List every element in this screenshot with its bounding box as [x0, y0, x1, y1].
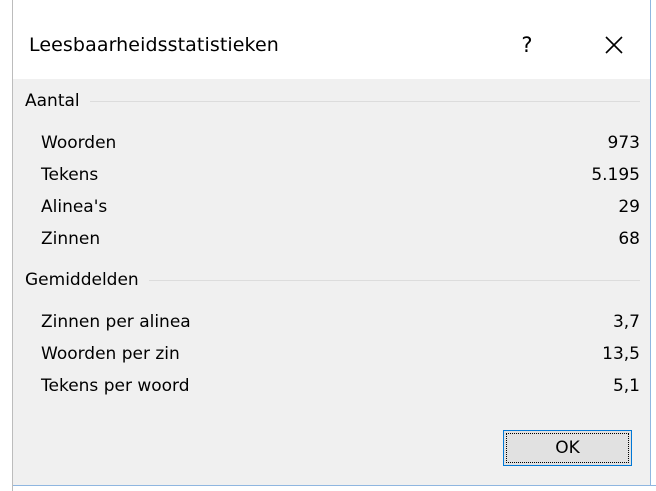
ok-button-label: OK [506, 433, 629, 463]
help-button[interactable]: ? [507, 25, 547, 65]
window-edge-top [13, 0, 656, 9]
stat-row-paragraphs: Alinea's 29 [41, 195, 640, 219]
stat-value: 13,5 [602, 344, 640, 364]
window-edge-right [650, 0, 656, 491]
stat-row-characters-per-word: Tekens per woord 5,1 [41, 374, 640, 398]
stat-row-characters: Tekens 5.195 [41, 163, 640, 187]
group-divider [89, 101, 640, 102]
group-label-averages: Gemiddelden [25, 270, 139, 290]
stat-row-sentences-per-paragraph: Zinnen per alinea 3,7 [41, 310, 640, 334]
group-header-counts: Aantal [25, 89, 640, 113]
dialog-title: Leesbaarheidsstatistieken [29, 34, 279, 56]
group-divider [148, 280, 640, 281]
ok-button[interactable]: OK [503, 430, 632, 466]
group-label-counts: Aantal [25, 91, 80, 111]
window-edge-bottom [13, 485, 656, 491]
stat-value: 68 [618, 229, 640, 249]
stat-label: Woorden [41, 133, 117, 153]
dialog-content: Aantal Woorden 973 Tekens 5.195 Alinea's… [13, 79, 650, 485]
stat-label: Tekens per woord [41, 376, 190, 396]
close-button[interactable] [592, 23, 636, 67]
stat-label: Tekens [41, 165, 99, 185]
stat-row-words-per-sentence: Woorden per zin 13,5 [41, 342, 640, 366]
stat-value: 973 [607, 133, 640, 153]
stat-row-sentences: Zinnen 68 [41, 227, 640, 251]
stat-label: Alinea's [41, 197, 108, 217]
stat-label: Zinnen per alinea [41, 312, 191, 332]
window-edge-left [0, 0, 13, 491]
stat-value: 5,1 [612, 376, 640, 396]
stat-row-words: Woorden 973 [41, 131, 640, 155]
stat-value: 29 [618, 197, 640, 217]
stat-label: Zinnen [41, 229, 101, 249]
stat-value: 5.195 [591, 165, 640, 185]
group-header-averages: Gemiddelden [25, 268, 640, 292]
close-icon [605, 36, 623, 54]
readability-statistics-dialog: Leesbaarheidsstatistieken ? Aantal Woord… [0, 0, 656, 491]
stat-label: Woorden per zin [41, 344, 180, 364]
title-bar: Leesbaarheidsstatistieken ? [13, 9, 650, 79]
stat-value: 3,7 [612, 312, 640, 332]
